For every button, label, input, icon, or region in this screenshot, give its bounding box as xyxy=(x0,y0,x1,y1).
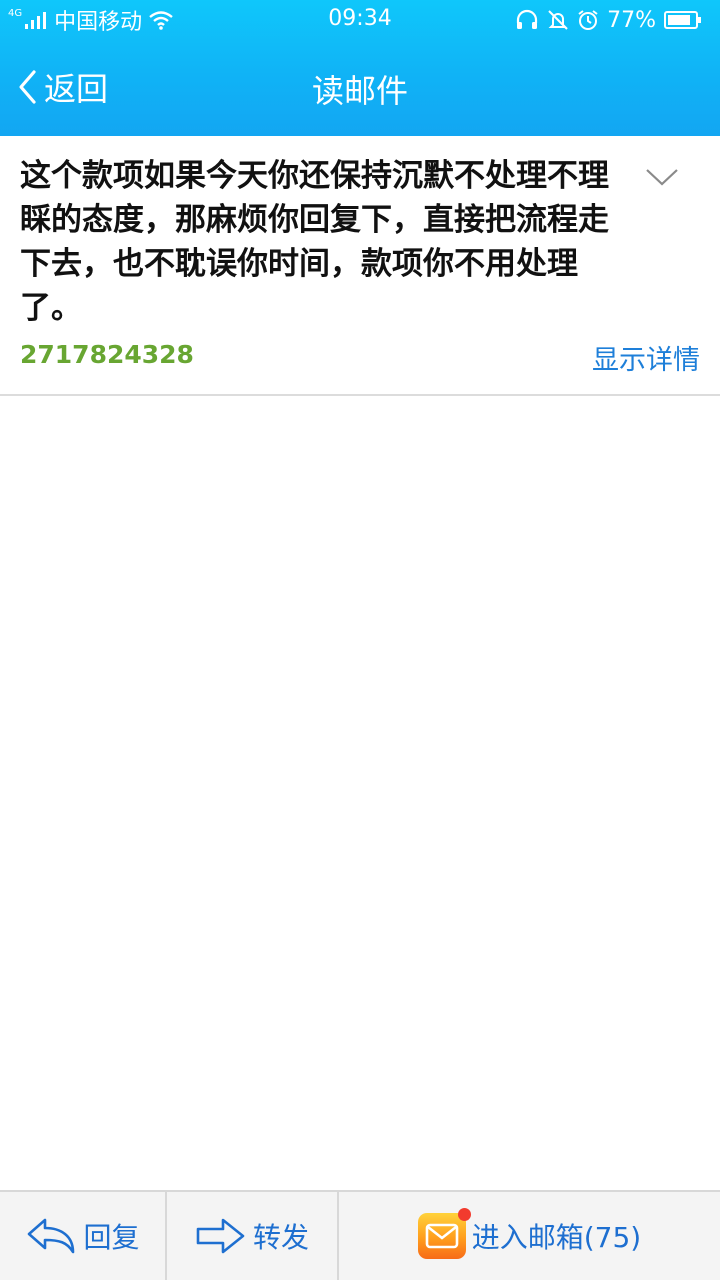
expand-button[interactable] xyxy=(640,158,684,194)
header-background: 4G 中国移动 09:34 77% 返回 读邮件 xyxy=(0,0,720,136)
mail-body xyxy=(0,396,720,1190)
forward-button[interactable]: 转发 xyxy=(167,1192,339,1280)
mute-icon xyxy=(547,9,569,31)
navigation-bar: 返回 读邮件 xyxy=(0,40,720,136)
status-bar: 4G 中国移动 09:34 77% xyxy=(0,0,720,40)
battery-icon xyxy=(664,10,702,30)
alarm-icon xyxy=(577,9,599,31)
page-title: 读邮件 xyxy=(311,72,408,110)
sender-address[interactable]: 2717824328 xyxy=(20,340,194,369)
forward-arrow-icon xyxy=(195,1216,247,1256)
notification-dot xyxy=(457,1208,471,1221)
headset-icon xyxy=(515,9,539,31)
chevron-down-icon xyxy=(646,169,678,186)
show-details-link[interactable]: 显示详情 xyxy=(592,338,700,377)
mail-icon xyxy=(417,1208,471,1259)
status-right: 77% xyxy=(515,6,702,34)
reply-label: 回复 xyxy=(83,1221,140,1254)
enter-inbox-button[interactable]: 进入邮箱(75) xyxy=(339,1192,720,1280)
reply-arrow-icon xyxy=(25,1216,77,1256)
battery-percent: 77% xyxy=(607,7,656,33)
forward-label: 转发 xyxy=(252,1221,309,1254)
reply-button[interactable]: 回复 xyxy=(0,1192,167,1280)
inbox-label: 进入邮箱(75) xyxy=(471,1221,642,1254)
bottom-toolbar: 回复 转发 进入邮箱(75) xyxy=(0,1190,720,1280)
mail-subject: 这个款项如果今天你还保持沉默不处理不理睬的态度，那麻烦你回复下，直接把流程走下去… xyxy=(20,158,609,326)
mail-header: 这个款项如果今天你还保持沉默不处理不理睬的态度，那麻烦你回复下，直接把流程走下去… xyxy=(0,136,720,396)
